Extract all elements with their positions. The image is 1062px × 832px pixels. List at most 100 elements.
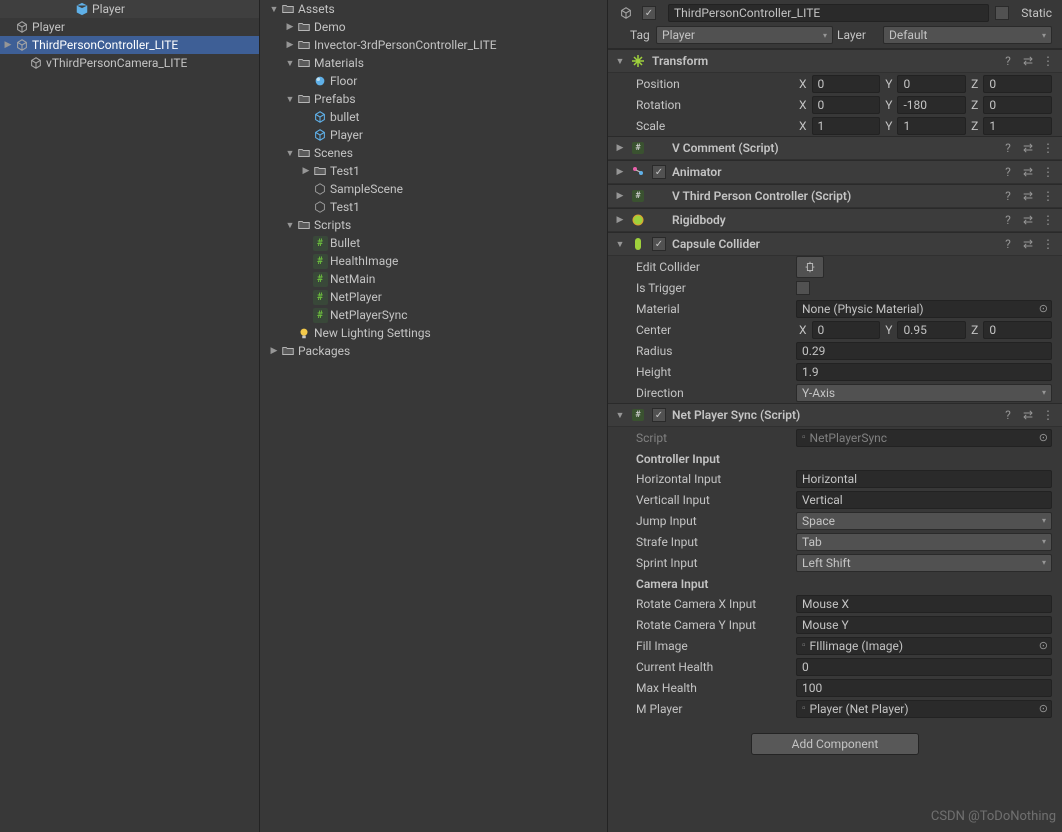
project-item[interactable]: ▼Scenes [260,144,607,162]
tag-dropdown[interactable]: Player [656,26,833,44]
fold-icon[interactable] [300,255,312,267]
netsync-header[interactable]: ▼#Net Player Sync (Script)?⇄⋮ [608,403,1062,427]
fold-icon[interactable]: ▶ [284,39,296,51]
fold-icon[interactable] [300,291,312,303]
project-item[interactable]: bullet [260,108,607,126]
center-x[interactable] [812,321,881,339]
fold-icon[interactable]: ▼ [284,147,296,159]
gameobject-active-checkbox[interactable] [642,6,656,20]
help-icon[interactable]: ? [1000,164,1016,180]
rotate-y-field[interactable] [796,616,1052,634]
object-picker-icon[interactable]: ⊙ [1039,639,1048,652]
edit-collider-button[interactable] [796,256,824,278]
scale-z[interactable] [983,117,1052,135]
project-item[interactable]: ▼Prefabs [260,90,607,108]
project-item[interactable]: ▶Test1 [260,162,607,180]
max-health-field[interactable] [796,679,1052,697]
capsule-header[interactable]: ▼Capsule Collider?⇄⋮ [608,232,1062,256]
fold-icon[interactable] [300,75,312,87]
fold-icon[interactable]: ▶ [268,345,280,357]
position-y[interactable] [897,75,966,93]
vcomment-header[interactable]: ▶#V Comment (Script)?⇄⋮ [608,136,1062,160]
help-icon[interactable]: ? [1000,188,1016,204]
netsync-enabled-checkbox[interactable] [652,408,666,422]
help-icon[interactable]: ? [1000,236,1016,252]
fold-icon[interactable] [284,327,296,339]
menu-icon[interactable]: ⋮ [1040,407,1056,423]
radius-field[interactable] [796,342,1052,360]
rotation-z[interactable] [983,96,1052,114]
rigidbody-header[interactable]: ▶Rigidbody?⇄⋮ [608,208,1062,232]
preset-icon[interactable]: ⇄ [1020,407,1036,423]
horizontal-input-field[interactable] [796,470,1052,488]
menu-icon[interactable]: ⋮ [1040,164,1056,180]
rotation-x[interactable] [812,96,881,114]
capsule-enabled-checkbox[interactable] [652,237,666,251]
scale-y[interactable] [897,117,966,135]
project-item[interactable]: #NetMain [260,270,607,288]
project-item[interactable]: #NetPlayer [260,288,607,306]
fold-icon[interactable]: ▶ [300,165,312,177]
fold-icon[interactable]: ▼ [614,238,626,250]
object-picker-icon[interactable]: ⊙ [1039,431,1048,444]
fold-icon[interactable] [300,201,312,213]
object-picker-icon[interactable]: ⊙ [1039,702,1048,715]
material-field[interactable]: None (Physic Material)⊙ [796,300,1052,318]
center-z[interactable] [983,321,1052,339]
hierarchy-item[interactable]: vThirdPersonCamera_LITE [0,54,259,72]
fold-icon[interactable] [300,183,312,195]
fold-icon[interactable]: ▶ [614,166,626,178]
height-field[interactable] [796,363,1052,381]
fold-icon[interactable] [300,237,312,249]
preset-icon[interactable]: ⇄ [1020,212,1036,228]
preset-icon[interactable]: ⇄ [1020,53,1036,69]
project-item[interactable]: ▶Invector-3rdPersonController_LITE [260,36,607,54]
position-x[interactable] [812,75,881,93]
project-item[interactable]: ▼Assets [260,0,607,18]
project-item[interactable]: ▶Packages [260,342,607,360]
menu-icon[interactable]: ⋮ [1040,53,1056,69]
project-item[interactable]: ▼Materials [260,54,607,72]
project-item[interactable]: Player [260,126,607,144]
help-icon[interactable]: ? [1000,140,1016,156]
fold-icon[interactable] [2,21,14,33]
rotate-x-field[interactable] [796,595,1052,613]
fill-image-field[interactable]: ▫FIllimage (Image)⊙ [796,637,1052,655]
fold-icon[interactable]: ▼ [614,409,626,421]
animator-header[interactable]: ▶Animator?⇄⋮ [608,160,1062,184]
current-health-field[interactable] [796,658,1052,676]
project-item[interactable]: #HealthImage [260,252,607,270]
fold-icon[interactable]: ▼ [284,219,296,231]
strafe-input-dropdown[interactable]: Tab [796,533,1052,551]
project-item[interactable]: New Lighting Settings [260,324,607,342]
gameobject-name-field[interactable] [668,4,989,22]
help-icon[interactable]: ? [1000,53,1016,69]
center-y[interactable] [897,321,966,339]
fold-icon[interactable]: ▶ [614,190,626,202]
hierarchy-item[interactable]: Player [0,18,259,36]
fold-icon[interactable] [300,309,312,321]
fold-icon[interactable] [16,57,28,69]
project-item[interactable]: SampleScene [260,180,607,198]
hierarchy-root[interactable]: Player [0,0,259,18]
jump-input-dropdown[interactable]: Space [796,512,1052,530]
project-item[interactable]: #NetPlayerSync [260,306,607,324]
fold-icon[interactable]: ▼ [284,57,296,69]
add-component-button[interactable]: Add Component [751,733,920,755]
position-z[interactable] [983,75,1052,93]
fold-icon[interactable]: ▶ [614,142,626,154]
project-item[interactable]: #Bullet [260,234,607,252]
transform-header[interactable]: ▼ Transform ?⇄⋮ [608,49,1062,73]
fold-icon[interactable]: ▼ [614,55,626,67]
layer-dropdown[interactable]: Default [883,26,1052,44]
fold-icon[interactable]: ▶ [614,214,626,226]
static-checkbox[interactable] [995,6,1009,20]
fold-icon[interactable] [300,129,312,141]
fold-icon[interactable]: ▼ [268,3,280,15]
fold-icon[interactable]: ▶ [284,21,296,33]
direction-dropdown[interactable]: Y-Axis [796,384,1052,402]
rotation-y[interactable] [897,96,966,114]
help-icon[interactable]: ? [1000,212,1016,228]
animator-enabled-checkbox[interactable] [652,165,666,179]
object-picker-icon[interactable]: ⊙ [1039,302,1048,315]
